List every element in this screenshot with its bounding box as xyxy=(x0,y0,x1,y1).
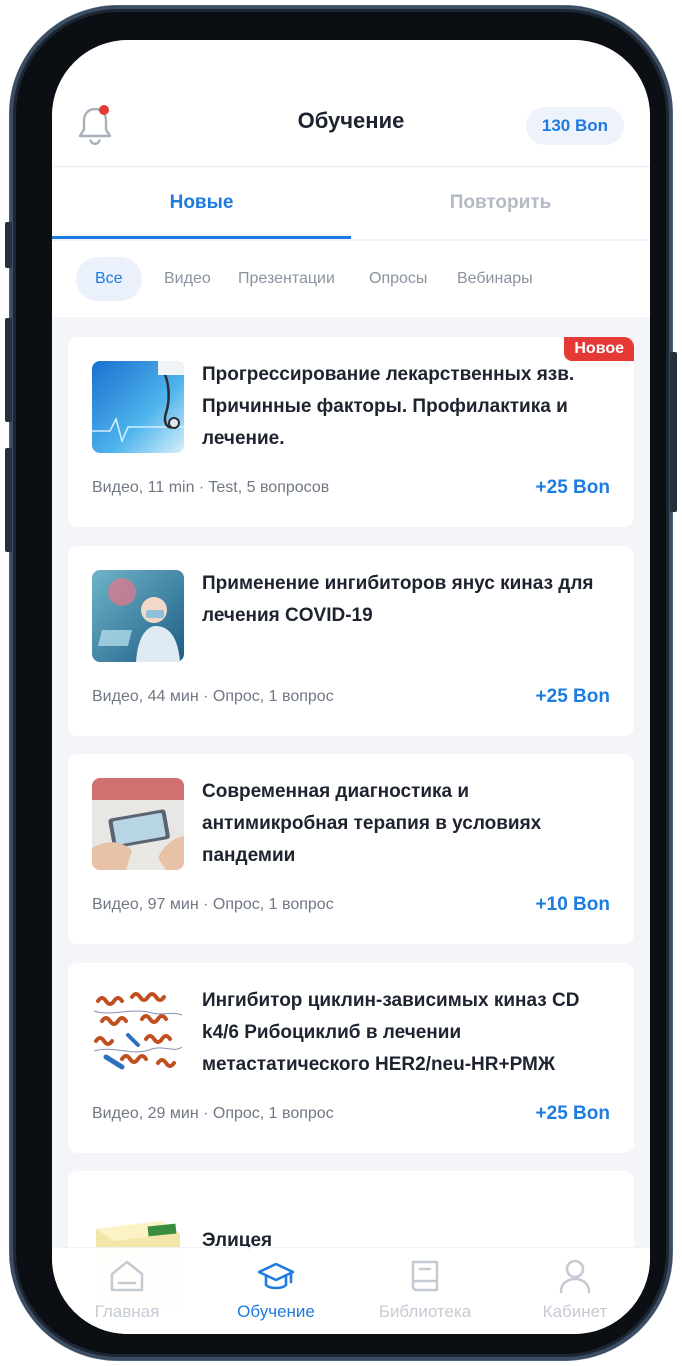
nav-home[interactable]: Главная xyxy=(52,1248,202,1334)
nav-label: Обучение xyxy=(237,1302,315,1321)
book-icon xyxy=(411,1260,439,1292)
course-meta: Видео, 29 мин · Опрос, 1 вопрос xyxy=(92,1105,334,1122)
silent-switch xyxy=(5,222,12,268)
new-badge: Новое xyxy=(564,337,634,361)
volume-up-button xyxy=(5,318,12,422)
course-title: Современная диагностика и антимикробная … xyxy=(202,781,542,866)
balance-badge[interactable]: 130 Bon xyxy=(525,107,624,145)
phone-frame: Обучение 130 Bon Новые Повторить Все Вид… xyxy=(5,6,677,1360)
course-meta: Видео, 11 min · Test, 5 вопросов xyxy=(92,479,330,496)
nav-library[interactable]: Библиотека xyxy=(350,1248,500,1334)
course-points: +25 Bon xyxy=(535,1103,610,1124)
course-title: Ингибитор циклин-зависимых киназ CD k4/6… xyxy=(202,990,580,1075)
app-screen: Обучение 130 Bon Новые Повторить Все Вид… xyxy=(52,40,650,1334)
nav-label: Библиотека xyxy=(378,1302,472,1321)
nav-learning[interactable]: Обучение xyxy=(201,1248,351,1334)
course-card[interactable]: Современная диагностика и антимикробная … xyxy=(68,754,634,944)
course-meta: Видео, 44 мин · Опрос, 1 вопрос xyxy=(92,688,334,705)
course-thumbnail xyxy=(92,570,184,662)
filter-bar: Все Видео Презентации Опросы Вебинары xyxy=(52,240,650,317)
filter-webinars[interactable]: Вебинары xyxy=(457,257,533,301)
app-header: Обучение 130 Bon xyxy=(52,40,650,167)
tab-new[interactable]: Новые xyxy=(52,167,351,239)
nav-label: Главная xyxy=(94,1302,160,1321)
bottom-navigation: Главная Обучение Библиотека Кабинет xyxy=(52,1247,650,1334)
filter-all[interactable]: Все xyxy=(76,257,142,301)
tab-repeat[interactable]: Повторить xyxy=(351,167,650,239)
course-thumbnail xyxy=(92,778,184,870)
course-title: Применение ингибиторов янус киназ для ле… xyxy=(202,573,594,626)
filter-presentations[interactable]: Презентации xyxy=(238,257,335,301)
tab-bar: Новые Повторить xyxy=(52,167,650,239)
course-thumbnail xyxy=(92,987,184,1079)
nav-label: Кабинет xyxy=(542,1302,608,1321)
nav-cabinet[interactable]: Кабинет xyxy=(500,1248,650,1334)
course-points: +10 Bon xyxy=(535,894,610,915)
user-icon xyxy=(559,1259,591,1294)
course-card[interactable]: Новое Прогрессирование лекарственных язв… xyxy=(68,337,634,527)
power-button xyxy=(670,352,677,512)
filter-video[interactable]: Видео xyxy=(164,257,211,301)
course-title: Прогрессирование лекарственных язв. Прич… xyxy=(202,364,575,449)
volume-down-button xyxy=(5,448,12,552)
graduation-cap-icon xyxy=(257,1262,295,1290)
course-card[interactable]: Ингибитор циклин-зависимых киназ CD k4/6… xyxy=(68,963,634,1153)
course-points: +25 Bon xyxy=(535,686,610,707)
course-meta: Видео, 97 мин · Опрос, 1 вопрос xyxy=(92,896,334,913)
course-thumbnail xyxy=(92,361,184,453)
filter-polls[interactable]: Опросы xyxy=(369,257,427,301)
course-points: +25 Bon xyxy=(535,477,610,498)
active-tab-indicator xyxy=(52,236,351,239)
home-icon xyxy=(110,1260,144,1292)
course-card[interactable]: Применение ингибиторов янус киназ для ле… xyxy=(68,546,634,736)
